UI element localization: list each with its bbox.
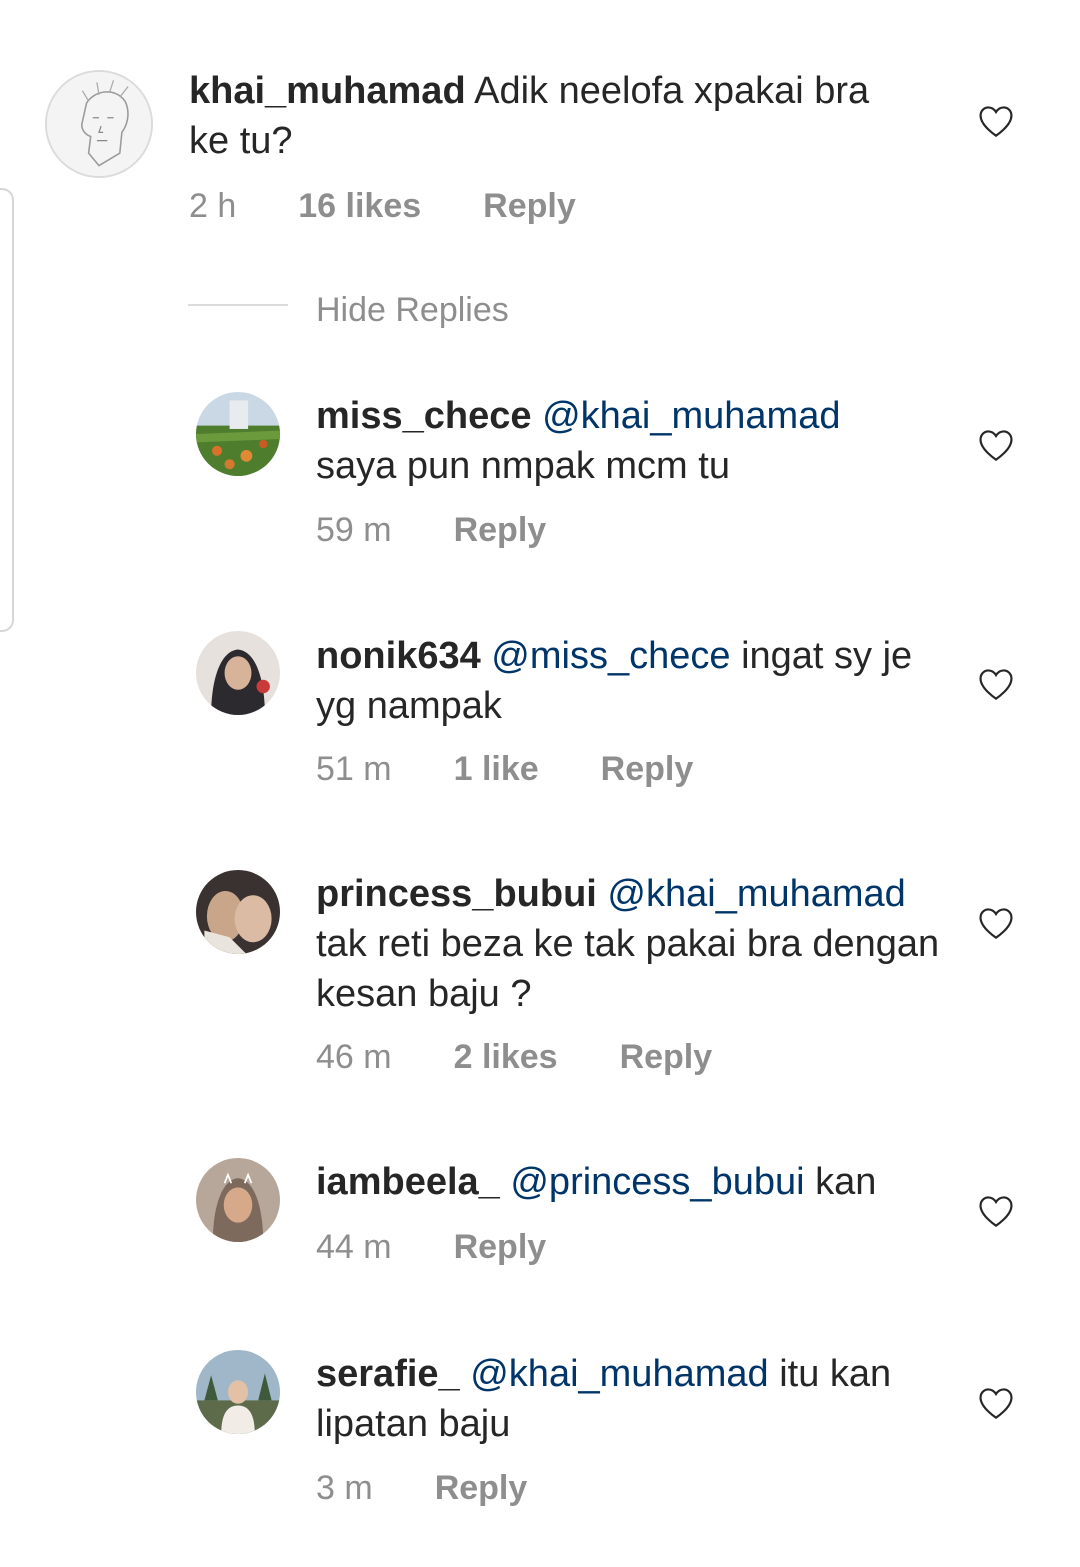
username[interactable]: khai_muhamad	[189, 70, 466, 112]
comment-text: khai_muhamad Adik neelofa xpakai bra ke …	[189, 66, 909, 166]
likes-count[interactable]: 1 like	[454, 749, 539, 789]
comment-meta: 3 m Reply	[316, 1468, 527, 1508]
avatar[interactable]	[196, 1350, 280, 1434]
comment-meta: 2 h 16 likes Reply	[189, 186, 576, 226]
comment-meta: 51 m 1 like Reply	[316, 749, 693, 789]
likes-count[interactable]: 2 likes	[454, 1037, 558, 1077]
avatar[interactable]	[45, 70, 153, 178]
username[interactable]: princess_bubui	[316, 873, 597, 915]
comment-body: tak reti beza ke tak pakai bra dengan ke…	[316, 923, 940, 1015]
username[interactable]: miss_chece	[316, 395, 532, 437]
comment-meta: 59 m Reply	[316, 510, 546, 550]
reply-button[interactable]: Reply	[601, 749, 694, 789]
comment-text: princess_bubui @khai_muhamadtak reti bez…	[316, 869, 956, 1019]
mention-link[interactable]: @khai_muhamad	[542, 395, 840, 437]
comment-text: iambeela_ @princess_bubui kan	[316, 1157, 956, 1207]
like-heart-icon[interactable]	[977, 906, 1015, 940]
comment-body: kan	[804, 1161, 877, 1203]
avatar[interactable]	[196, 1158, 280, 1242]
mention-link[interactable]: @khai_muhamad	[607, 873, 905, 915]
comment-meta: 46 m 2 likes Reply	[316, 1037, 712, 1077]
like-heart-icon[interactable]	[977, 1194, 1015, 1228]
mention-link[interactable]: @khai_muhamad	[470, 1353, 768, 1395]
comment-time: 44 m	[316, 1228, 392, 1266]
comment-body: saya pun nmpak mcm tu	[316, 445, 730, 487]
comment-time: 3 m	[316, 1469, 373, 1507]
username[interactable]: iambeela_	[316, 1161, 500, 1203]
like-heart-icon[interactable]	[977, 104, 1015, 138]
likes-count[interactable]: 16 likes	[298, 186, 421, 226]
reply-button[interactable]: Reply	[435, 1468, 528, 1508]
comment-meta: 44 m Reply	[316, 1227, 546, 1267]
hide-replies-button[interactable]: Hide Replies	[316, 290, 509, 330]
comment-time: 46 m	[316, 1038, 392, 1076]
username[interactable]: serafie_	[316, 1353, 460, 1395]
mention-link[interactable]: @princess_bubui	[510, 1161, 804, 1203]
hide-replies-line	[188, 304, 288, 306]
comment-text: nonik634 @miss_chece ingat sy je yg namp…	[316, 631, 936, 731]
comment-text: serafie_ @khai_muhamad itu kan lipatan b…	[316, 1349, 936, 1449]
reply-button[interactable]: Reply	[620, 1037, 713, 1077]
mention-link[interactable]: @miss_chece	[491, 635, 730, 677]
like-heart-icon[interactable]	[977, 1386, 1015, 1420]
comment-text: miss_chece @khai_muhamadsaya pun nmpak m…	[316, 391, 936, 491]
reply-button[interactable]: Reply	[454, 1227, 547, 1267]
avatar[interactable]	[196, 631, 280, 715]
reply-button[interactable]: Reply	[483, 186, 576, 226]
avatar[interactable]	[196, 870, 280, 954]
like-heart-icon[interactable]	[977, 428, 1015, 462]
avatar[interactable]	[196, 392, 280, 476]
reply-button[interactable]: Reply	[454, 510, 547, 550]
comment-time: 51 m	[316, 750, 392, 788]
username[interactable]: nonik634	[316, 635, 481, 677]
comment-time: 59 m	[316, 511, 392, 549]
comment-time: 2 h	[189, 187, 237, 225]
like-heart-icon[interactable]	[977, 667, 1015, 701]
thread-bracket	[0, 188, 14, 632]
